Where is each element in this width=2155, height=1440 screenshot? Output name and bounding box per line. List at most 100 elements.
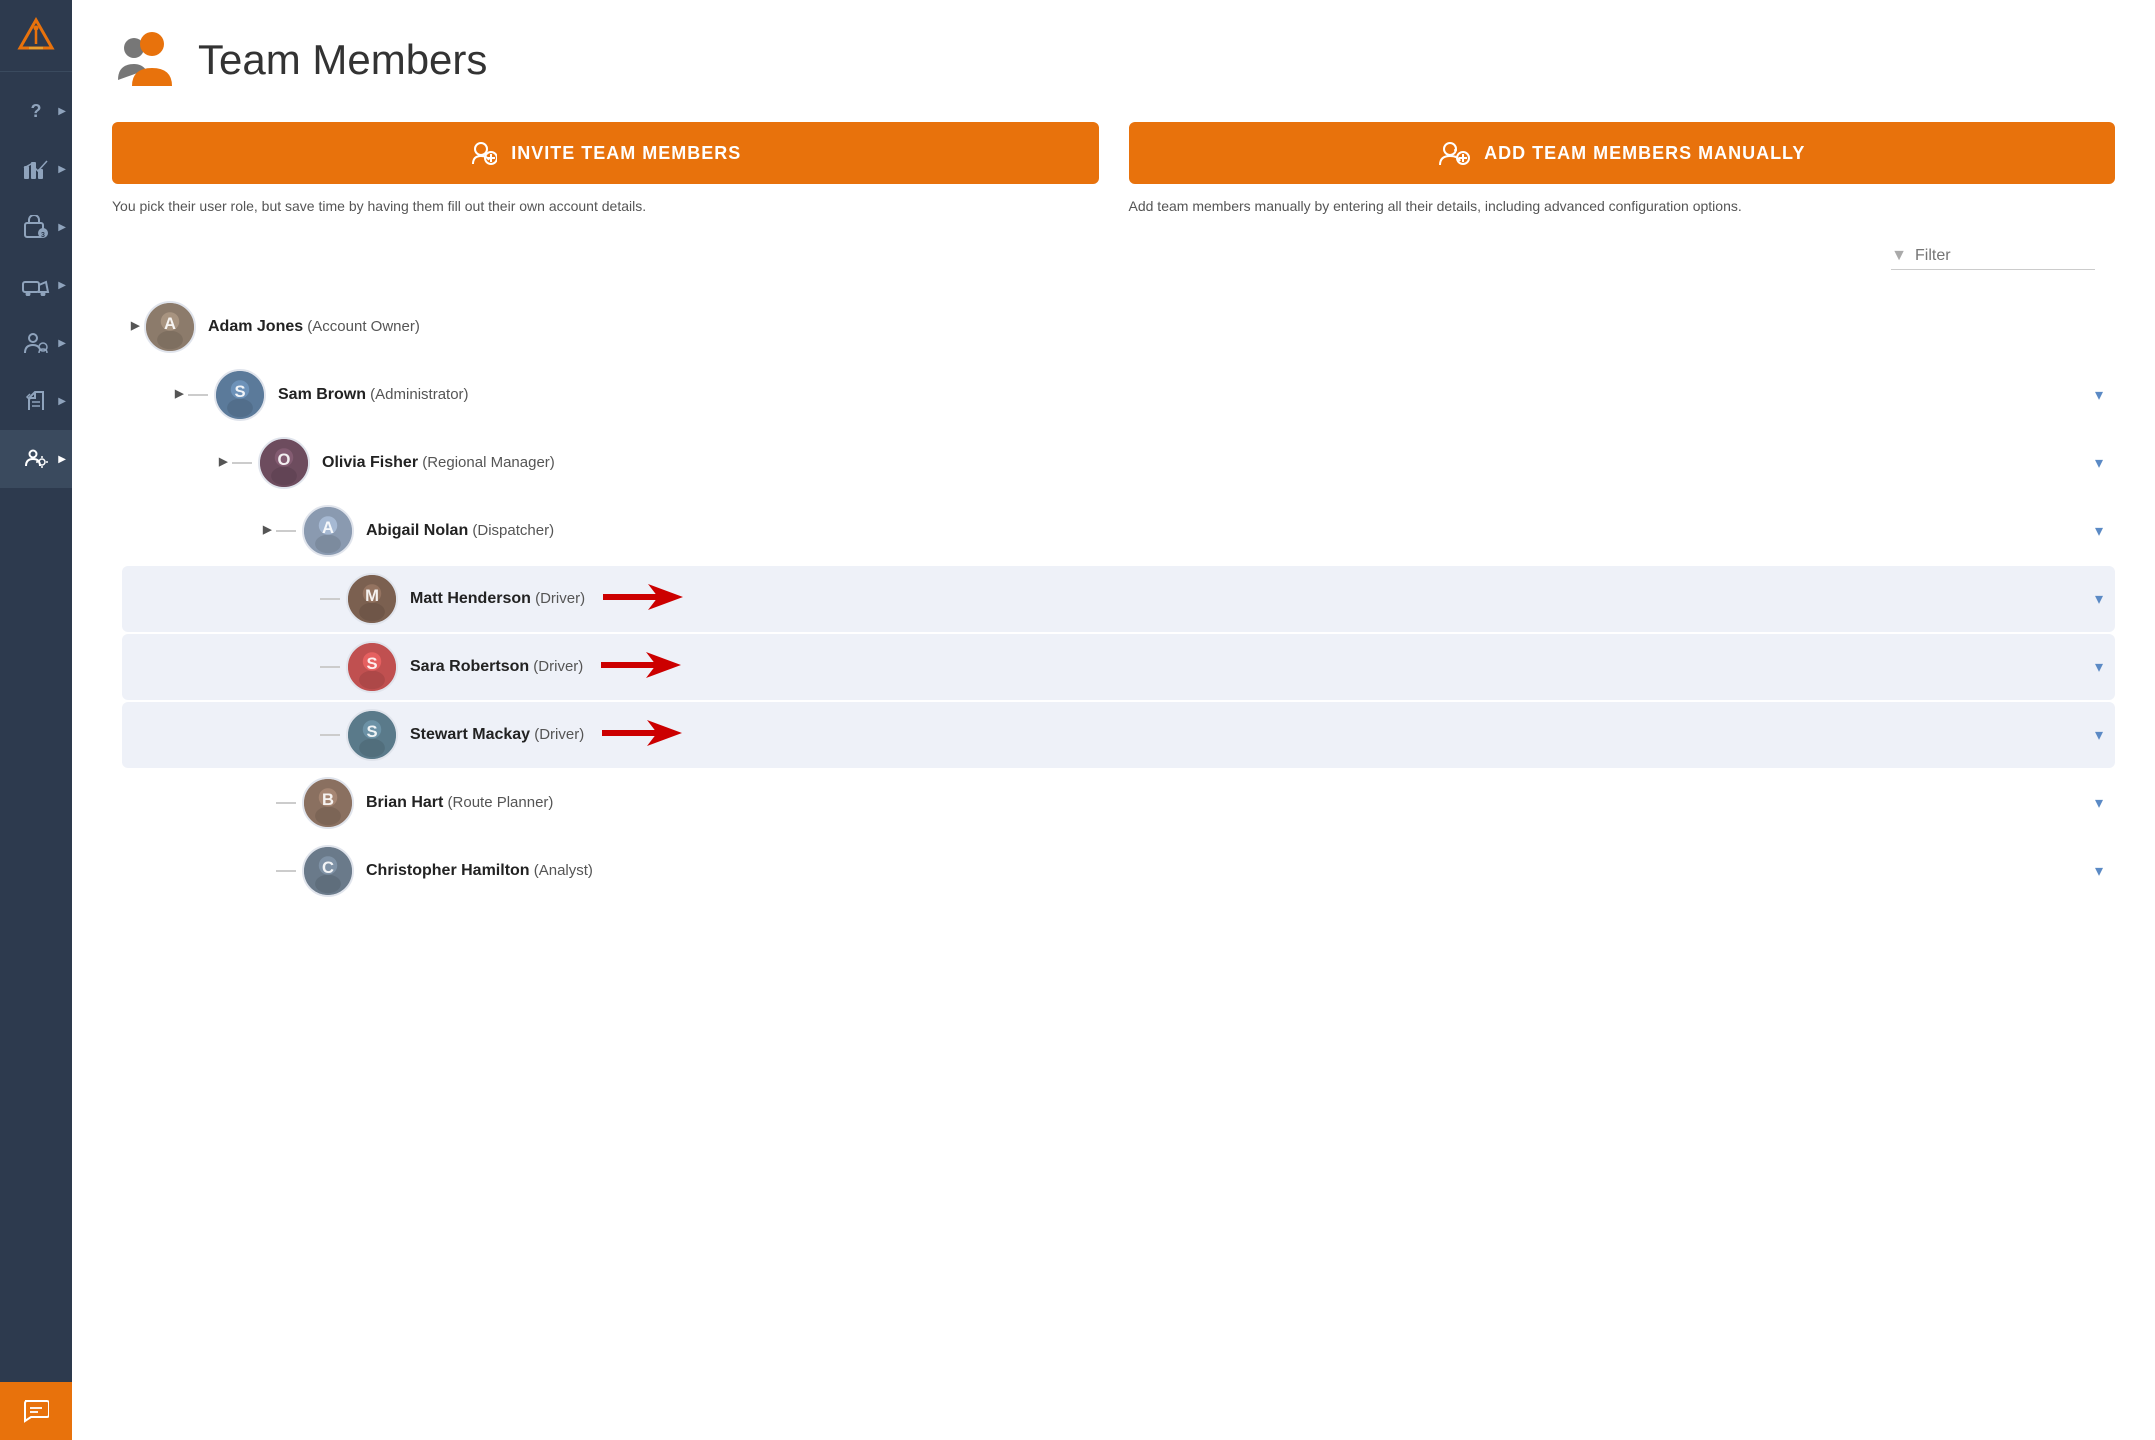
member-name: Olivia Fisher (Regional Manager)	[322, 454, 555, 472]
member-name: Christopher Hamilton (Analyst)	[366, 862, 593, 880]
dropdown-chevron[interactable]: ▾	[2075, 521, 2103, 541]
add-description: Add team members manually by entering al…	[1129, 196, 2116, 217]
chevron-icon: ▶	[58, 222, 66, 233]
svg-text:B: B	[322, 790, 334, 809]
tree-row[interactable]: S Sara Robertson (Driver) ▾	[122, 634, 2115, 700]
highlight-arrow	[603, 582, 683, 617]
highlight-arrow	[601, 650, 681, 685]
tree-expander[interactable]: ◀	[122, 320, 140, 334]
tree-expander[interactable]: ◀	[210, 456, 228, 470]
member-name: Sam Brown (Administrator)	[278, 386, 469, 404]
orders-icon: 3	[23, 215, 49, 239]
tree-row[interactable]: ◀ S Sam Brown (Administrator) ▾	[122, 362, 2115, 428]
svg-text:C: C	[322, 858, 334, 877]
chevron-icon: ▶	[58, 338, 66, 349]
add-manually-icon	[1438, 140, 1470, 166]
filter-input[interactable]	[1915, 247, 2095, 265]
drivers-icon	[23, 331, 49, 355]
filter-icon: ▼	[1891, 247, 1907, 265]
sidebar-item-reports[interactable]: ▶	[0, 372, 72, 430]
avatar: A	[302, 505, 354, 557]
svg-text:S: S	[366, 722, 377, 741]
help-icon: ?	[31, 101, 42, 122]
filter-input-wrap: ▼	[1891, 247, 2095, 270]
svg-text:A: A	[322, 518, 334, 537]
tree-row[interactable]: M Matt Henderson (Driver)▾	[122, 566, 2115, 632]
team-tree: ◀ A Adam Jones (Account Owner)◀ S Sam Br…	[112, 294, 2115, 904]
sidebar-logo[interactable]	[0, 0, 72, 72]
member-name: Abigail Nolan (Dispatcher)	[366, 522, 554, 540]
tree-connector	[320, 666, 340, 668]
main-content: Team Members INVITE TEAM MEMBERS You pic…	[72, 0, 2155, 1440]
analytics-icon	[23, 158, 49, 180]
tree-connector	[188, 394, 208, 396]
svg-text:A: A	[164, 314, 176, 333]
svg-text:O: O	[278, 450, 291, 469]
sidebar-item-orders[interactable]: 3 ▶	[0, 198, 72, 256]
svg-text:M: M	[365, 586, 379, 605]
tree-row[interactable]: ◀ A Abigail Nolan (Dispatcher) ▾	[122, 498, 2115, 564]
chevron-icon: ▶	[58, 396, 66, 407]
chevron-icon: ▶	[58, 280, 66, 291]
avatar: A	[144, 301, 196, 353]
dropdown-chevron[interactable]: ▾	[2075, 657, 2103, 677]
avatar: C	[302, 845, 354, 897]
dropdown-chevron[interactable]: ▾	[2075, 589, 2103, 609]
tree-row[interactable]: B Brian Hart (Route Planner) ▾	[122, 770, 2115, 836]
tree-connector	[276, 530, 296, 532]
sidebar-item-help[interactable]: ? ▶	[0, 82, 72, 140]
chat-button[interactable]	[0, 1382, 72, 1440]
sidebar-nav: ? ▶ ▶ 3 ▶	[0, 72, 72, 1382]
dropdown-chevron[interactable]: ▾	[2075, 793, 2103, 813]
sidebar-item-drivers[interactable]: ▶	[0, 314, 72, 372]
tree-connector	[320, 734, 340, 736]
filter-row: ▼	[112, 247, 2115, 270]
page-title: Team Members	[198, 36, 487, 84]
dropdown-chevron[interactable]: ▾	[2075, 861, 2103, 881]
svg-text:S: S	[366, 654, 377, 673]
sidebar: ? ▶ ▶ 3 ▶	[0, 0, 72, 1440]
avatar: S	[346, 641, 398, 693]
avatar: O	[258, 437, 310, 489]
member-name: Adam Jones (Account Owner)	[208, 318, 420, 336]
invite-section: INVITE TEAM MEMBERS You pick their user …	[112, 122, 1099, 217]
action-buttons-row: INVITE TEAM MEMBERS You pick their user …	[112, 122, 2115, 217]
invite-team-members-button[interactable]: INVITE TEAM MEMBERS	[112, 122, 1099, 184]
member-name: Sara Robertson (Driver)	[410, 658, 583, 676]
page-header: Team Members	[112, 30, 2115, 90]
invite-description: You pick their user role, but save time …	[112, 196, 1099, 217]
tree-connector	[232, 462, 252, 464]
chevron-icon: ▶	[58, 106, 66, 117]
settings-icon	[23, 446, 49, 472]
team-members-icon	[112, 30, 182, 90]
svg-text:S: S	[234, 382, 245, 401]
avatar: S	[214, 369, 266, 421]
add-team-members-button[interactable]: ADD TEAM MEMBERS MANUALLY	[1129, 122, 2116, 184]
avatar: B	[302, 777, 354, 829]
svg-text:3: 3	[41, 232, 45, 239]
sidebar-item-dispatch[interactable]: ▶	[0, 256, 72, 314]
dropdown-chevron[interactable]: ▾	[2075, 453, 2103, 473]
dispatch-icon	[22, 274, 50, 296]
tree-expander[interactable]: ◀	[254, 524, 272, 538]
tree-connector	[276, 870, 296, 872]
tree-expander[interactable]: ◀	[166, 388, 184, 402]
tree-row[interactable]: ◀ A Adam Jones (Account Owner)	[122, 294, 2115, 360]
logo-icon	[16, 16, 56, 56]
add-button-label: ADD TEAM MEMBERS MANUALLY	[1484, 143, 1805, 164]
sidebar-item-settings[interactable]: ▶	[0, 430, 72, 488]
invite-button-label: INVITE TEAM MEMBERS	[511, 143, 741, 164]
tree-row[interactable]: ◀ O Olivia Fisher (Regional Manager) ▾	[122, 430, 2115, 496]
avatar: S	[346, 709, 398, 761]
reports-icon	[25, 388, 47, 414]
tree-connector	[320, 598, 340, 600]
chevron-icon: ▶	[58, 164, 66, 175]
chat-icon	[23, 1399, 49, 1423]
sidebar-item-analytics[interactable]: ▶	[0, 140, 72, 198]
member-name: Brian Hart (Route Planner)	[366, 794, 553, 812]
tree-row[interactable]: S Stewart Mackay (Driver)▾	[122, 702, 2115, 768]
tree-row[interactable]: C Christopher Hamilton (Analyst) ▾	[122, 838, 2115, 904]
invite-icon	[469, 140, 497, 166]
dropdown-chevron[interactable]: ▾	[2075, 385, 2103, 405]
dropdown-chevron[interactable]: ▾	[2075, 725, 2103, 745]
